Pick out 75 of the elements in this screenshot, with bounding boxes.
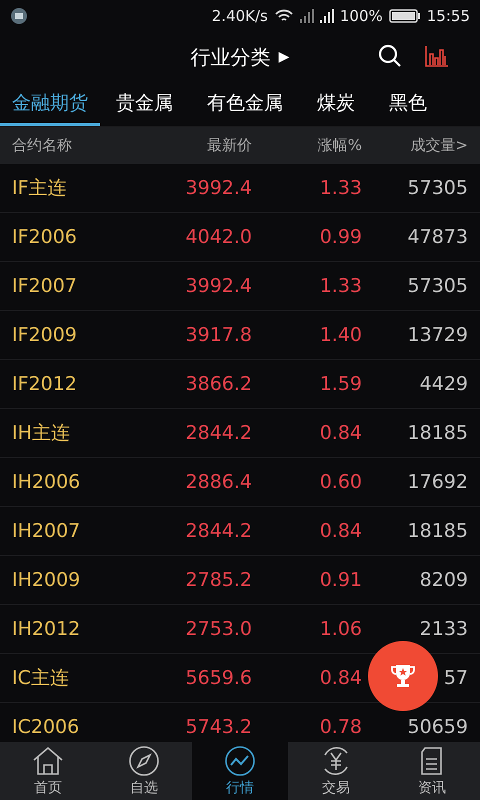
contract-name[interactable]: IC主连: [12, 665, 69, 691]
page-title[interactable]: 行业分类: [190, 44, 271, 70]
column-header[interactable]: 合约名称: [12, 136, 152, 155]
nav-tab[interactable]: 行情: [192, 742, 288, 800]
contract-name[interactable]: IH2007: [12, 520, 80, 542]
column-header[interactable]: 最新价: [152, 136, 252, 155]
nav-tab[interactable]: 资讯: [384, 742, 480, 800]
category-tab[interactable]: 黑色: [377, 82, 439, 126]
volume-cell: 18185: [408, 422, 468, 444]
volume-cell: 8209: [420, 569, 468, 591]
change-cell: 1.06: [320, 618, 362, 640]
price-cell: 5659.6: [186, 667, 252, 689]
column-header[interactable]: 成交量>: [362, 136, 468, 155]
volume-cell: 17692: [408, 471, 468, 493]
price-cell: 3992.4: [186, 275, 252, 297]
category-tab[interactable]: 贵金属: [104, 82, 185, 126]
dropdown-arrow[interactable]: ▶: [278, 49, 290, 65]
home-icon: [31, 745, 65, 777]
price-cell: 2844.2: [186, 422, 252, 444]
contract-name[interactable]: IF2006: [12, 226, 77, 248]
change-cell: 1.33: [320, 275, 362, 297]
app-notification-icon: [10, 7, 28, 25]
price-cell: 3992.4: [186, 177, 252, 199]
trend-icon: [223, 745, 257, 777]
volume-cell: 4429: [420, 373, 468, 395]
contract-name[interactable]: IC2006: [12, 716, 80, 738]
change-cell: 0.78: [320, 716, 362, 738]
signal-icon: [320, 8, 334, 24]
volume-cell: 50659: [408, 716, 468, 738]
search-icon[interactable]: [378, 44, 402, 68]
nav-tab[interactable]: 交易: [288, 742, 384, 800]
price-cell: 2785.2: [186, 569, 252, 591]
change-cell: 1.33: [320, 177, 362, 199]
contract-name[interactable]: IF主连: [12, 175, 67, 201]
signal-icon: [300, 8, 314, 24]
contract-name[interactable]: IF2012: [12, 373, 77, 395]
volume-cell: 47873: [408, 226, 468, 248]
change-cell: 0.84: [320, 667, 362, 689]
category-tab[interactable]: 煤炭: [305, 82, 367, 126]
price-cell: 5743.2: [186, 716, 252, 738]
contract-name[interactable]: IH2006: [12, 471, 80, 493]
battery-percent: 100%: [340, 7, 383, 25]
price-cell: 3866.2: [186, 373, 252, 395]
clock: 15:55: [426, 7, 470, 25]
nav-tab[interactable]: 自选: [96, 742, 192, 800]
volume-cell: 57: [444, 667, 468, 689]
price-cell: 2753.0: [186, 618, 252, 640]
change-cell: 0.84: [320, 520, 362, 542]
compass-icon: [127, 745, 161, 777]
category-tab[interactable]: 有色金属: [195, 82, 295, 126]
volume-cell: 13729: [408, 324, 468, 346]
change-cell: 0.60: [320, 471, 362, 493]
volume-cell: 57305: [408, 177, 468, 199]
contract-name[interactable]: IH2012: [12, 618, 80, 640]
change-cell: 0.99: [320, 226, 362, 248]
change-cell: 0.84: [320, 422, 362, 444]
contract-name[interactable]: IH主连: [12, 420, 70, 446]
volume-cell: 2133: [420, 618, 468, 640]
price-cell: 2844.2: [186, 520, 252, 542]
price-cell: 2886.4: [186, 471, 252, 493]
battery-icon: [388, 9, 421, 23]
change-cell: 1.59: [320, 373, 362, 395]
contract-name[interactable]: IH2009: [12, 569, 80, 591]
column-header[interactable]: 涨幅%: [252, 136, 362, 155]
change-cell: 0.91: [320, 569, 362, 591]
network-speed: 2.40K/s: [212, 7, 268, 25]
change-cell: 1.40: [320, 324, 362, 346]
nav-tab[interactable]: 首页: [0, 742, 96, 800]
volume-cell: 57305: [408, 275, 468, 297]
contract-name[interactable]: IF2009: [12, 324, 77, 346]
contract-name[interactable]: IF2007: [12, 275, 77, 297]
bar-chart-icon[interactable]: [424, 44, 450, 68]
price-cell: 4042.0: [186, 226, 252, 248]
volume-cell: 18185: [408, 520, 468, 542]
price-cell: 3917.8: [186, 324, 252, 346]
